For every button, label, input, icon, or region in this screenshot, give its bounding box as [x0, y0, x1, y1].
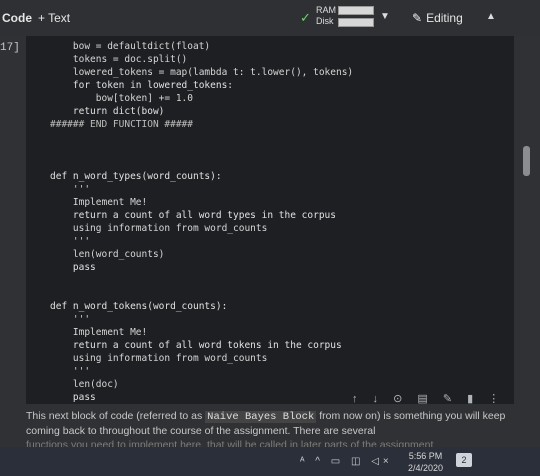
code-line: bow = defaultdict(float): [72, 41, 211, 52]
code-editor[interactable]: bow = defaultdict(float) tokens = doc.sp…: [50, 40, 353, 404]
clock-date: 2/4/2020: [408, 463, 444, 473]
add-text-button[interactable]: + Text: [38, 11, 70, 25]
markdown-cell[interactable]: This next block of code (referred to as …: [26, 409, 506, 452]
markdown-inline-code: Naive Bayes Block: [205, 411, 317, 423]
notebook-area: 17] bow = defaultdict(float) tokens = do…: [0, 36, 540, 476]
ram-label: RAM: [316, 5, 336, 15]
chevron-down-icon[interactable]: ▼: [380, 11, 390, 22]
system-tray[interactable]: ᴬ ^ ▭ ◫ ◁×: [300, 456, 393, 467]
code-line: def n_word_types(word_counts):: [50, 171, 222, 182]
code-line: ''': [72, 314, 91, 325]
code-line: Implement Me!: [72, 197, 148, 208]
code-button[interactable]: Code: [2, 11, 32, 25]
code-line: lowered_tokens = map(lambda t: t.lower()…: [72, 67, 354, 78]
code-line: len(doc): [72, 379, 119, 390]
code-line: pass: [72, 262, 96, 273]
code-line: for token in lowered_tokens:: [72, 80, 234, 91]
clock-time: 5:56 PM: [408, 451, 443, 461]
editing-mode-button[interactable]: ✎ Editing: [412, 11, 463, 25]
code-line: Implement Me!: [72, 327, 148, 338]
editor-scrollbar[interactable]: [523, 146, 530, 176]
code-line: len(word_counts): [72, 249, 165, 260]
disk-bar: [338, 18, 374, 27]
code-line: return a count of all word tokens in the…: [72, 340, 342, 351]
code-line: bow[token] += 1.0: [95, 93, 193, 104]
code-line: ''': [72, 184, 91, 195]
cell-toolbar[interactable]: ↑ ↓ ⊙ ▤ ✎ ▮ ⋮: [352, 392, 505, 405]
code-line: using information from word_counts: [72, 353, 268, 364]
connected-check-icon: ✓: [300, 10, 311, 25]
editing-label: Editing: [426, 11, 463, 25]
code-line: return a count of all word types in the …: [72, 210, 336, 221]
code-line: tokens = doc.split(): [72, 54, 188, 65]
code-cell[interactable]: bow = defaultdict(float) tokens = doc.sp…: [26, 36, 530, 404]
pencil-icon: ✎: [412, 11, 423, 25]
code-line: ''': [72, 236, 91, 247]
windows-taskbar: ᴬ ^ ▭ ◫ ◁× 5:56 PM 2/4/2020 2: [0, 447, 540, 476]
code-line: using information from word_counts: [72, 223, 268, 234]
code-line: pass: [72, 392, 96, 403]
code-line: def n_word_tokens(word_counts):: [50, 301, 228, 312]
chevron-up-icon[interactable]: ▲: [486, 11, 496, 22]
code-line: ''': [72, 366, 91, 377]
taskbar-clock[interactable]: 5:56 PM 2/4/2020: [408, 450, 443, 474]
disk-label: Disk: [316, 16, 334, 26]
code-line: return dict(bow): [72, 106, 165, 117]
code-line: ###### END FUNCTION #####: [50, 119, 193, 130]
markdown-text: This next block of code (referred to as: [26, 410, 206, 422]
execution-count: 17]: [0, 42, 20, 54]
notebook-toolbar: Code + Text ✓ RAM Disk ▼ ✎ Editing ▲: [0, 0, 540, 36]
resource-monitor[interactable]: RAM Disk: [316, 5, 336, 27]
notification-icon[interactable]: 2: [456, 453, 472, 467]
ram-bar: [338, 6, 374, 15]
